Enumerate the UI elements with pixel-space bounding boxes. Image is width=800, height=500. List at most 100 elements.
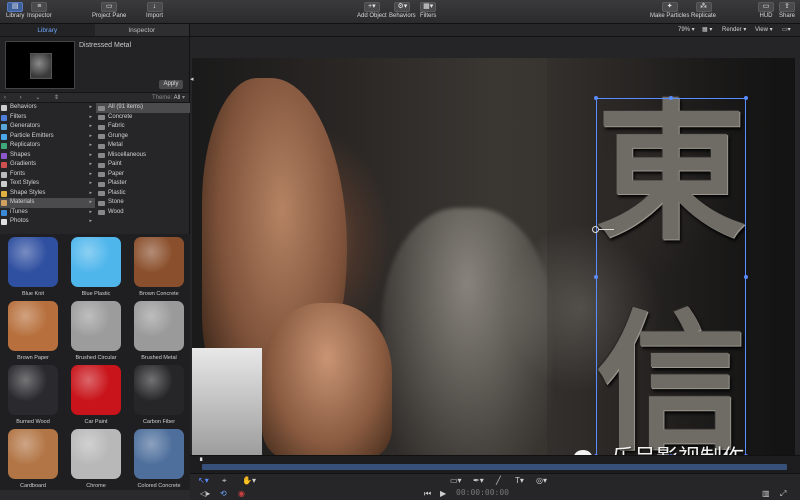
line-tool-icon[interactable]: ╱ (496, 476, 501, 485)
material-swatch[interactable]: Brown Concrete (128, 237, 190, 297)
folder-icon (98, 191, 105, 196)
tab-inspector[interactable]: Inspector (95, 24, 190, 36)
nav-arrows-icon[interactable]: ‹ › ⌄ ⇕ (4, 94, 65, 101)
material-folder-item[interactable]: Metal (96, 141, 190, 151)
record-icon[interactable]: ◉ (238, 489, 245, 498)
material-folder-item[interactable]: Plaster (96, 179, 190, 189)
mini-timeline[interactable]: ▘ (190, 455, 800, 473)
preview-area: Distressed Metal Apply (0, 37, 189, 93)
material-swatch[interactable]: Carbon Fiber (128, 365, 190, 425)
category-item[interactable]: Particle Emitters ▸ (0, 132, 95, 142)
replicate-button[interactable]: ⁂ Replicate (691, 2, 716, 19)
audio-icon[interactable]: ◁▸ (200, 489, 210, 498)
inspector-button[interactable]: ≡ Inspector (27, 2, 52, 19)
material-folder-item[interactable]: All (91 items) (96, 103, 190, 113)
shape-tool-icon[interactable]: ▭▾ (450, 476, 462, 485)
share-button[interactable]: ⇪ Share (779, 2, 795, 19)
material-folder-item[interactable]: Stone (96, 198, 190, 208)
material-swatch[interactable]: Cardboard (2, 429, 64, 489)
disclosure-arrow-icon: ▸ (89, 132, 92, 139)
category-item[interactable]: Filters ▸ (0, 113, 95, 123)
timecode-display[interactable]: 00:00:00:00 (456, 488, 509, 497)
apply-button[interactable]: Apply (159, 80, 183, 89)
category-icon (1, 209, 7, 216)
swatch-thumbnail (8, 365, 58, 415)
category-item[interactable]: Materials ▸ (0, 198, 95, 208)
pen-tool-icon[interactable]: ✒▾ (473, 476, 484, 485)
selection-handle[interactable] (594, 96, 598, 100)
canvas-viewer[interactable]: 東 信 ◂ (190, 37, 800, 455)
material-swatch[interactable]: Brushed Metal (128, 301, 190, 361)
transform-tool-icon[interactable]: ⌖ (222, 476, 227, 486)
anchor-point-handle[interactable] (592, 226, 599, 233)
import-button[interactable]: ↓ Import (146, 2, 163, 19)
select-tool-icon[interactable]: ↖▾ (198, 476, 209, 485)
material-folder-item[interactable]: Concrete (96, 113, 190, 123)
category-item[interactable]: Behaviors ▸ (0, 103, 95, 113)
share-icon: ⇪ (779, 2, 795, 12)
behaviors-button[interactable]: ⚙▾ Behaviors (389, 2, 416, 19)
text-tool-icon[interactable]: T▾ (515, 476, 524, 485)
add-object-button[interactable]: +▾ Add Object (357, 2, 387, 19)
disclosure-arrow-icon: ▸ (89, 123, 92, 129)
fullscreen-icon[interactable]: ⤢ (780, 489, 786, 499)
selection-handle[interactable] (744, 96, 748, 100)
category-item[interactable]: Text Styles ▸ (0, 179, 95, 189)
material-folder-item[interactable]: Wood (96, 208, 190, 218)
category-item[interactable]: Shape Styles ▸ (0, 189, 95, 199)
filters-button[interactable]: ▦▾ Filters (420, 2, 436, 19)
library-button[interactable]: ▤ Library (6, 2, 24, 19)
color-channels-icon[interactable]: ▦ ▾ (702, 26, 712, 33)
canvas-left-arrow-icon[interactable]: ◂ (190, 75, 194, 83)
category-icon (1, 190, 7, 197)
view-menu[interactable]: View ▾ (755, 26, 773, 33)
material-swatch[interactable]: Blue Plastic (65, 237, 127, 297)
category-item[interactable]: Fonts ▸ (0, 170, 95, 180)
loop-icon[interactable]: ⟲ (220, 489, 227, 498)
category-item[interactable]: Shapes ▸ (0, 151, 95, 161)
material-swatch[interactable]: Brown Paper (2, 301, 64, 361)
material-swatch[interactable]: Chrome (65, 429, 127, 489)
timeline-toggle-icon[interactable]: ▥ (762, 489, 770, 498)
layout-icon[interactable]: ▭▾ (782, 26, 791, 33)
timeline-layer-bar[interactable] (202, 464, 787, 470)
pan-tool-icon[interactable]: ✋▾ (242, 476, 256, 485)
selection-handle[interactable] (744, 275, 748, 279)
material-folder-item[interactable]: Paint (96, 160, 190, 170)
tab-library[interactable]: Library (0, 24, 95, 36)
swatch-thumbnail (8, 237, 58, 287)
zoom-menu[interactable]: 79% ▾ (678, 26, 695, 33)
material-folder-item[interactable]: Paper (96, 170, 190, 180)
material-swatch[interactable]: Blue Knit (2, 237, 64, 297)
mask-tool-icon[interactable]: ◎▾ (536, 476, 547, 485)
render-menu[interactable]: Render ▾ (722, 26, 746, 33)
material-folder-item[interactable]: Grunge (96, 132, 190, 142)
category-item[interactable]: Photos ▸ (0, 217, 95, 227)
selection-handle[interactable] (594, 275, 598, 279)
category-item[interactable]: Generators ▸ (0, 122, 95, 132)
material-folder-item[interactable]: Plastic (96, 189, 190, 199)
behaviors-icon: ⚙▾ (394, 2, 411, 12)
play-button-icon[interactable]: ▶ (440, 489, 446, 498)
category-item[interactable]: Gradients ▸ (0, 160, 95, 170)
material-folder-item[interactable]: Miscellaneous (96, 151, 190, 161)
theme-selector[interactable]: Theme: All ▾ (152, 94, 185, 101)
material-swatch[interactable]: Burned Wood (2, 365, 64, 425)
category-item[interactable]: iTunes ▸ (0, 208, 95, 218)
category-item[interactable]: Replicators ▸ (0, 141, 95, 151)
material-swatch[interactable]: Colored Concrete (128, 429, 190, 489)
go-to-start-icon[interactable]: ⏮ (424, 489, 431, 499)
project-pane-button[interactable]: ▭ Project Pane (92, 2, 126, 19)
panel-status-bar (0, 490, 190, 500)
material-folder-item[interactable]: Fabric (96, 122, 190, 132)
hud-button[interactable]: ▭ HUD (758, 2, 774, 19)
swatch-thumbnail (134, 429, 184, 479)
make-particles-button[interactable]: ✦ Make Particles (650, 2, 689, 19)
selection-handle[interactable] (669, 96, 673, 100)
material-swatch[interactable]: Car Paint (65, 365, 127, 425)
category-icon (1, 162, 7, 168)
selection-bounding-box[interactable] (596, 98, 746, 455)
material-swatch[interactable]: Brushed Circular (65, 301, 127, 361)
swatch-thumbnail (8, 301, 58, 351)
disclosure-arrow-icon: ▸ (89, 151, 92, 158)
